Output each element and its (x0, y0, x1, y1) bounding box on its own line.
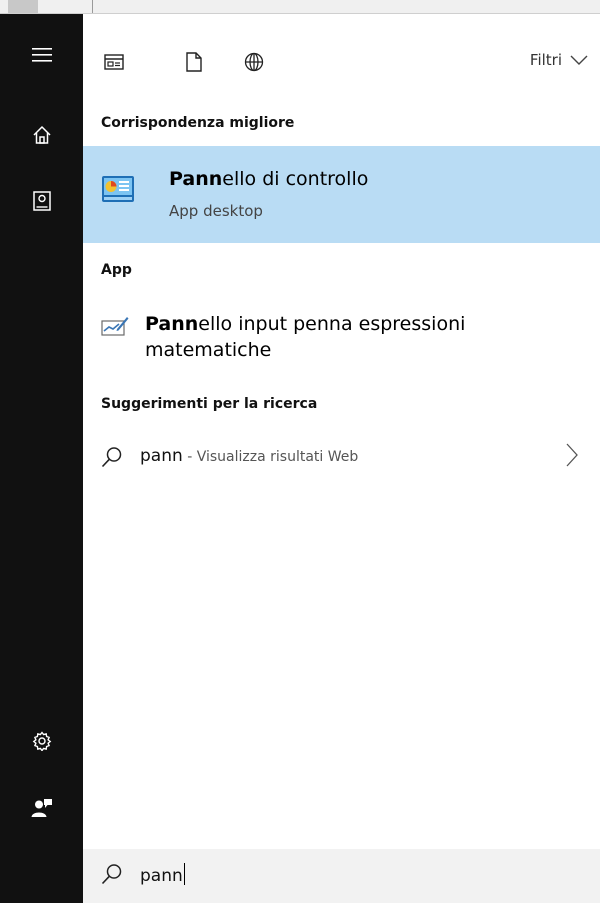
start-side-rail (0, 14, 83, 903)
chevron-right-icon (566, 443, 578, 467)
search-icon (101, 447, 122, 468)
web-suggestion-item[interactable]: pann - Visualizza risultati Web (83, 440, 600, 478)
hamburger-menu-button[interactable] (0, 26, 83, 84)
notebook-button[interactable] (0, 172, 83, 230)
settings-gear-icon (32, 731, 51, 751)
taskbar-edge-strip (0, 0, 600, 14)
tab-web[interactable] (239, 48, 269, 76)
suggestions-heading: Suggerimenti per la ricerca (101, 396, 318, 412)
home-button[interactable] (0, 106, 83, 164)
app-result-item[interactable]: Pannello input penna espressioni matemat… (83, 307, 600, 369)
notebook-icon (32, 191, 51, 211)
search-icon (101, 864, 122, 885)
search-results-panel: Filtri Corrispondenza migliore Pannello … (83, 14, 600, 903)
feedback-button[interactable] (0, 779, 83, 837)
search-box[interactable]: pann (83, 849, 600, 903)
tab-documents[interactable] (179, 48, 209, 76)
background-window-fragment (8, 0, 38, 13)
apps-heading: App (101, 262, 132, 278)
web-suggestion-text: pann - Visualizza risultati Web (140, 446, 359, 466)
home-icon (32, 125, 51, 144)
user-feedback-icon (31, 799, 52, 817)
filter-dropdown[interactable]: Filtri (530, 51, 588, 69)
search-input[interactable]: pann (140, 863, 185, 886)
app-result-title: Pannello input penna espressioni matemat… (145, 313, 466, 361)
search-scope-toolbar: Filtri (83, 38, 600, 84)
math-input-panel-icon (101, 317, 129, 336)
document-icon (186, 52, 202, 72)
filter-label: Filtri (529, 51, 562, 69)
background-window-fragment (92, 0, 132, 13)
text-caret (183, 863, 185, 885)
globe-icon (244, 52, 264, 72)
hamburger-menu-icon (31, 48, 52, 62)
app-window-icon (104, 54, 124, 70)
tab-apps[interactable] (99, 48, 129, 76)
best-match-subtitle: App desktop (169, 202, 263, 220)
control-panel-icon (102, 176, 134, 202)
best-match-title: Pannello di controllo (169, 168, 369, 190)
chevron-down-icon (570, 55, 588, 65)
best-match-heading: Corrispondenza migliore (101, 115, 295, 131)
settings-button[interactable] (0, 712, 83, 770)
best-match-item[interactable]: Pannello di controllo App desktop (83, 146, 600, 243)
